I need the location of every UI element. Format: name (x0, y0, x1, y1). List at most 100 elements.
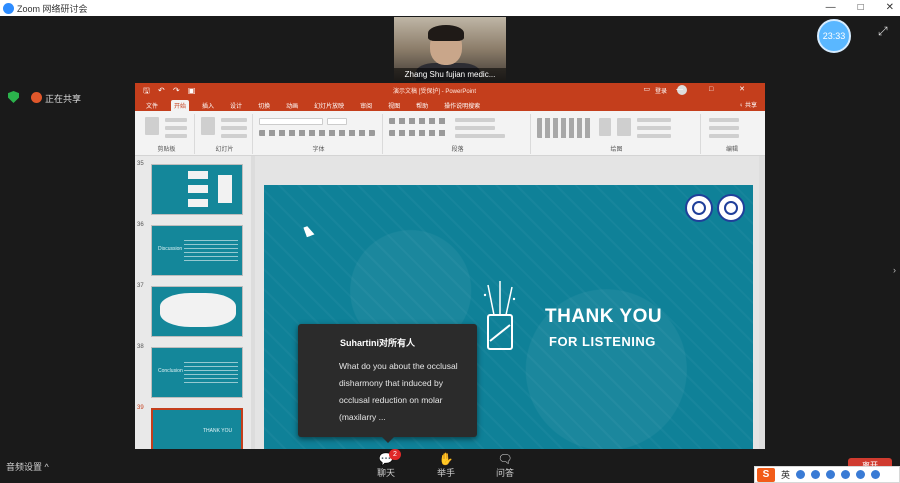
ribbon-group-font: 字体 (255, 114, 383, 154)
arrange-button[interactable] (599, 118, 611, 136)
ime-skin-icon[interactable] (856, 470, 866, 479)
ime-voice-icon[interactable] (826, 470, 836, 479)
ribbon-group-label: 段落 (451, 147, 464, 153)
font-size-select[interactable] (327, 118, 347, 125)
tell-me-search[interactable]: 操作说明搜索 (441, 100, 483, 111)
quick-styles-button[interactable] (617, 118, 631, 136)
chat-notification-popup[interactable]: Suhartini对所有人 What do you about the occl… (298, 324, 477, 443)
align-text-button[interactable] (455, 126, 495, 130)
share-label: 正在共享 (45, 94, 82, 104)
thumb-text-lines (184, 240, 238, 264)
tab-insert[interactable]: 插入 (199, 100, 217, 111)
ribbon-group-clipboard: 剪贴板 (139, 114, 195, 154)
text-direction-button[interactable] (455, 118, 495, 122)
tab-help[interactable]: 帮助 (413, 100, 431, 111)
slide-thumbnail[interactable] (151, 286, 243, 337)
tab-review[interactable]: 审阅 (357, 100, 375, 111)
layout-button[interactable] (221, 118, 247, 122)
ribbon-group-slides: 幻灯片 (197, 114, 253, 154)
ribbon-group-label: 幻灯片 (215, 147, 234, 153)
chevron-right-icon[interactable]: › (893, 265, 896, 275)
shapes-gallery[interactable] (537, 118, 593, 138)
ppt-window-controls[interactable]: ▭ — □ ✕ (643, 85, 757, 93)
participant-video[interactable]: Zhang Shu fujian medic... (394, 17, 506, 81)
ppt-ribbon-tabs: 文件 开始 插入 设计 切换 动画 幻灯片放映 审阅 视图 帮助 操作说明搜索 … (135, 97, 765, 111)
ribbon-group-label: 绘图 (610, 147, 623, 153)
ime-keyboard-icon[interactable] (841, 470, 851, 479)
tab-slideshow[interactable]: 幻灯片放映 (311, 100, 347, 111)
thumb-diagram (160, 293, 236, 327)
tab-file[interactable]: 文件 (143, 100, 161, 111)
ribbon-group-label: 编辑 (725, 147, 738, 153)
chat-sender: Suhartini对所有人 (340, 338, 416, 348)
ime-toolbar[interactable]: S 英 (754, 466, 900, 483)
window-controls: — □ ✕ (826, 0, 894, 16)
security-shield-icon[interactable] (8, 91, 19, 103)
font-name-select[interactable] (259, 118, 323, 125)
minimize-button[interactable]: — (826, 0, 836, 16)
share-indicator-icon (31, 92, 42, 103)
ribbon-group-label: 剪贴板 (157, 147, 176, 153)
thumb-title: Discussion (158, 246, 183, 252)
paste-button[interactable] (145, 117, 159, 135)
slide-scrollbar[interactable] (759, 156, 765, 449)
tab-transitions[interactable]: 切换 (255, 100, 273, 111)
ime-language[interactable]: 英 (781, 468, 790, 481)
slide-thumbnail-pane[interactable]: 35 36 Discussion 37 38 Conclusion 39 THA… (135, 156, 255, 449)
thumb-table (188, 171, 208, 179)
slide-thumbnail[interactable]: Conclusion (151, 347, 243, 398)
slide-thumbnail[interactable] (151, 164, 243, 215)
raise-hand-label: 举手 (436, 468, 455, 478)
ppt-document-title: 演示文稿 [受保护] - PowerPoint (393, 89, 477, 95)
hospital-logo-icon (717, 194, 745, 222)
ime-emoji-icon[interactable] (811, 470, 821, 479)
qa-button[interactable]: 🗨 问答 (490, 451, 520, 479)
ribbon-group-drawing: 绘图 (533, 114, 701, 154)
ime-tools-icon[interactable] (871, 470, 881, 479)
slide-title: THANK YOU (545, 306, 663, 327)
copy-button[interactable] (165, 126, 187, 130)
format-painter-button[interactable] (165, 134, 187, 138)
slide-thumbnail[interactable]: Discussion (151, 225, 243, 276)
shape-fill-button[interactable] (637, 118, 671, 122)
align-buttons[interactable] (389, 130, 449, 136)
maximize-button[interactable]: □ (858, 0, 864, 16)
replace-button[interactable] (709, 126, 739, 130)
font-format-buttons[interactable] (259, 130, 375, 136)
expand-icon[interactable]: ⤢ (878, 24, 888, 39)
thumb-number: 39 (137, 405, 144, 411)
tab-design[interactable]: 设计 (227, 100, 245, 111)
hand-icon: ✋ (438, 452, 454, 466)
reset-button[interactable] (221, 126, 247, 130)
section-button[interactable] (221, 134, 247, 138)
slide-thumbnail-selected[interactable]: THANK YOU (151, 408, 243, 449)
new-slide-button[interactable] (201, 117, 215, 135)
tab-view[interactable]: 视图 (385, 100, 403, 111)
audio-settings-button[interactable]: 音频设置 ^ (6, 460, 49, 473)
thumb-number: 37 (137, 283, 144, 289)
ppt-share-button[interactable]: ♀ 共享 (739, 100, 757, 109)
thumb-title: Conclusion (158, 368, 183, 374)
ribbon-group-editing: 编辑 (703, 114, 761, 154)
sogou-logo-icon[interactable]: S (757, 467, 775, 482)
qa-icon: 🗨 (497, 452, 513, 466)
thumb-number: 35 (137, 161, 144, 167)
ribbon-group-paragraph: 段落 (385, 114, 531, 154)
shape-outline-button[interactable] (637, 126, 671, 130)
cut-button[interactable] (165, 118, 187, 122)
raise-hand-button[interactable]: ✋ 举手 (431, 451, 461, 479)
ime-punctuation-icon[interactable] (796, 470, 806, 479)
video-person-hair (428, 25, 464, 41)
title-bar: Zoom 网络研讨会 — □ ✕ (0, 0, 900, 16)
tab-home[interactable]: 开始 (171, 100, 190, 111)
thumb-text-lines (184, 362, 238, 386)
select-button[interactable] (709, 134, 739, 138)
smartart-button[interactable] (455, 134, 505, 138)
shape-effects-button[interactable] (637, 134, 671, 138)
list-buttons[interactable] (389, 118, 449, 124)
find-button[interactable] (709, 118, 739, 122)
ppt-title-bar: 🖫 ↶ ↷ ▣ 演示文稿 [受保护] - PowerPoint 登录 ▭ — □… (135, 83, 765, 97)
tab-animations[interactable]: 动画 (283, 100, 301, 111)
slide-subtitle: FOR LISTENING (549, 334, 656, 349)
close-button[interactable]: ✕ (886, 0, 894, 16)
